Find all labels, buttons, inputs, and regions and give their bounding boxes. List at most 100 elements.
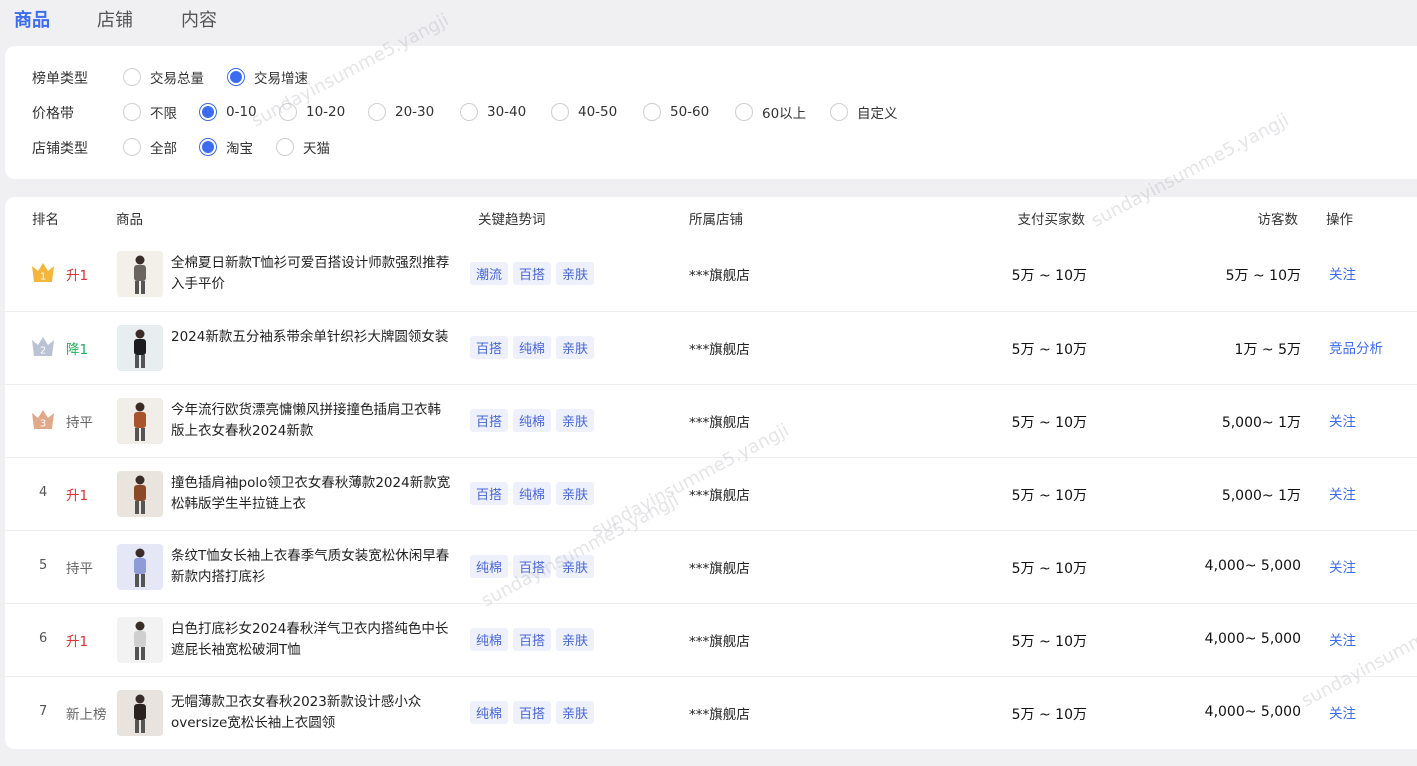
tab-shops[interactable]: 店铺 <box>97 6 133 32</box>
keyword-tags: 百搭 纯棉 亲肤 <box>470 336 595 359</box>
radio-circle[interactable] <box>368 103 386 121</box>
row-action-link[interactable]: 关注 <box>1329 483 1356 503</box>
radio-option-shop-type-2[interactable]: 天猫 <box>276 135 330 159</box>
product-thumbnail[interactable] <box>117 617 163 663</box>
header-product: 商品 <box>116 212 143 228</box>
keyword-tag: 亲肤 <box>556 701 595 724</box>
rank-trend: 新上榜 <box>66 707 107 723</box>
row-action-link[interactable]: 关注 <box>1329 702 1356 722</box>
filter-panel: 榜单类型 交易总量 交易增速 价格带 不限 0-10 10-20 20-30 30-40 4… <box>5 46 1417 179</box>
header-rank: 排名 <box>32 212 59 228</box>
keyword-tag: 百搭 <box>513 628 552 651</box>
product-thumbnail[interactable] <box>117 325 163 371</box>
product-title[interactable]: 2024新款五分袖系带余单针织衫大牌圆领女装 <box>171 327 453 348</box>
radio-label: 自定义 <box>857 106 898 122</box>
radio-option-price-band-3[interactable]: 20-30 <box>368 100 434 124</box>
radio-option-price-band-1[interactable]: 0-10 <box>199 100 257 124</box>
keyword-tag: 百搭 <box>470 409 509 432</box>
rank-crown-icon: 3 <box>30 407 56 431</box>
radio-label: 50-60 <box>670 104 710 120</box>
keyword-tag: 亲肤 <box>556 409 595 432</box>
radio-circle[interactable] <box>830 103 848 121</box>
header-shop: 所属店铺 <box>689 212 743 228</box>
radio-label: 交易总量 <box>150 71 204 87</box>
product-thumbnail[interactable] <box>117 471 163 517</box>
filter-row-list-type: 榜单类型 交易总量 交易增速 <box>5 65 1105 89</box>
row-action-link[interactable]: 关注 <box>1329 263 1356 283</box>
rank-trend: 持平 <box>66 415 93 431</box>
rank-trend: 持平 <box>66 561 93 577</box>
tab-content[interactable]: 内容 <box>181 6 217 32</box>
keyword-tag: 百搭 <box>513 262 552 285</box>
buyers-count: 5万 ~ 10万 <box>1011 561 1087 577</box>
buyers-count: 5万 ~ 10万 <box>1011 415 1087 431</box>
visitors-count: 5,000~ 1万 <box>1221 488 1301 504</box>
radio-option-price-band-2[interactable]: 10-20 <box>279 100 345 124</box>
keyword-tag: 百搭 <box>470 336 509 359</box>
visitors-count: 4,000~ 5,000 <box>1204 631 1301 647</box>
product-title[interactable]: 条纹T恤女长袖上衣春季气质女装宽松休闲早春新款内搭打底衫 <box>171 546 453 588</box>
radio-circle[interactable] <box>460 103 478 121</box>
radio-circle[interactable] <box>199 103 217 121</box>
product-thumbnail[interactable] <box>117 544 163 590</box>
keyword-tags: 纯棉 百搭 亲肤 <box>470 628 595 651</box>
radio-circle[interactable] <box>199 138 217 156</box>
radio-circle[interactable] <box>643 103 661 121</box>
product-thumbnail[interactable] <box>117 690 163 736</box>
row-action-link[interactable]: 关注 <box>1329 556 1356 576</box>
row-action-link[interactable]: 竞品分析 <box>1329 337 1383 357</box>
header-visitors: 访客数 <box>1257 212 1299 228</box>
keyword-tag: 纯棉 <box>513 336 552 359</box>
buyers-count: 5万 ~ 10万 <box>1011 634 1087 650</box>
product-title[interactable]: 今年流行欧货漂亮慵懒风拼接撞色插肩卫衣韩版上衣女春秋2024新款 <box>171 400 453 442</box>
filter-label-list-type: 榜单类型 <box>32 71 88 87</box>
radio-option-price-band-8[interactable]: 自定义 <box>830 100 898 124</box>
radio-circle[interactable] <box>735 103 753 121</box>
visitors-count: 4,000~ 5,000 <box>1204 558 1301 574</box>
keyword-tags: 百搭 纯棉 亲肤 <box>470 482 595 505</box>
radio-label: 30-40 <box>487 104 527 120</box>
radio-option-list-type-1[interactable]: 交易增速 <box>227 65 308 89</box>
radio-option-price-band-0[interactable]: 不限 <box>123 100 177 124</box>
product-thumbnail[interactable] <box>117 251 163 297</box>
radio-option-price-band-5[interactable]: 40-50 <box>551 100 617 124</box>
product-title[interactable]: 白色打底衫女2024春秋洋气卫衣内搭纯色中长遮屁长袖宽松破洞T恤 <box>171 619 453 661</box>
radio-option-list-type-0[interactable]: 交易总量 <box>123 65 204 89</box>
radio-circle[interactable] <box>551 103 569 121</box>
keyword-tag: 亲肤 <box>556 555 595 578</box>
radio-option-shop-type-0[interactable]: 全部 <box>123 135 177 159</box>
radio-option-price-band-4[interactable]: 30-40 <box>460 100 526 124</box>
buyers-count: 5万 ~ 10万 <box>1011 268 1087 284</box>
keyword-tag: 纯棉 <box>470 701 509 724</box>
shop-name: ***旗舰店 <box>689 342 750 358</box>
radio-circle[interactable] <box>227 68 245 86</box>
radio-circle[interactable] <box>123 138 141 156</box>
filter-row-price-band: 价格带 不限 0-10 10-20 20-30 30-40 40-50 50-60 60以上 自… <box>5 100 1105 124</box>
svg-text:3: 3 <box>40 419 46 430</box>
radio-circle[interactable] <box>276 138 294 156</box>
radio-option-shop-type-1[interactable]: 淘宝 <box>199 135 253 159</box>
keyword-tags: 纯棉 百搭 亲肤 <box>470 555 595 578</box>
svg-text:1: 1 <box>40 272 46 283</box>
row-action-link[interactable]: 关注 <box>1329 629 1356 649</box>
radio-option-price-band-6[interactable]: 50-60 <box>643 100 709 124</box>
tab-products[interactable]: 商品 <box>14 6 50 32</box>
radio-circle[interactable] <box>123 103 141 121</box>
radio-label: 60以上 <box>762 106 807 122</box>
radio-label: 20-30 <box>395 104 435 120</box>
shop-name: ***旗舰店 <box>689 634 750 650</box>
row-action-link[interactable]: 关注 <box>1329 410 1356 430</box>
keyword-tag: 亲肤 <box>556 482 595 505</box>
radio-label: 淘宝 <box>226 141 253 157</box>
keyword-tags: 纯棉 百搭 亲肤 <box>470 701 595 724</box>
radio-option-price-band-7[interactable]: 60以上 <box>735 100 806 124</box>
product-title[interactable]: 全棉夏日新款T恤衫可爱百搭设计师款强烈推荐入手平价 <box>171 253 453 295</box>
product-thumbnail[interactable] <box>117 398 163 444</box>
radio-label: 0-10 <box>226 104 257 120</box>
product-title[interactable]: 撞色插肩袖polo领卫衣女春秋薄款2024新款宽松韩版学生半拉链上衣 <box>171 473 453 515</box>
radio-circle[interactable] <box>123 68 141 86</box>
buyers-count: 5万 ~ 10万 <box>1011 342 1087 358</box>
product-title[interactable]: 无帽薄款卫衣女春秋2023新款设计感小众oversize宽松长袖上衣圆领 <box>171 692 453 734</box>
radio-circle[interactable] <box>279 103 297 121</box>
header-keywords: 关键趋势词 <box>478 212 546 228</box>
